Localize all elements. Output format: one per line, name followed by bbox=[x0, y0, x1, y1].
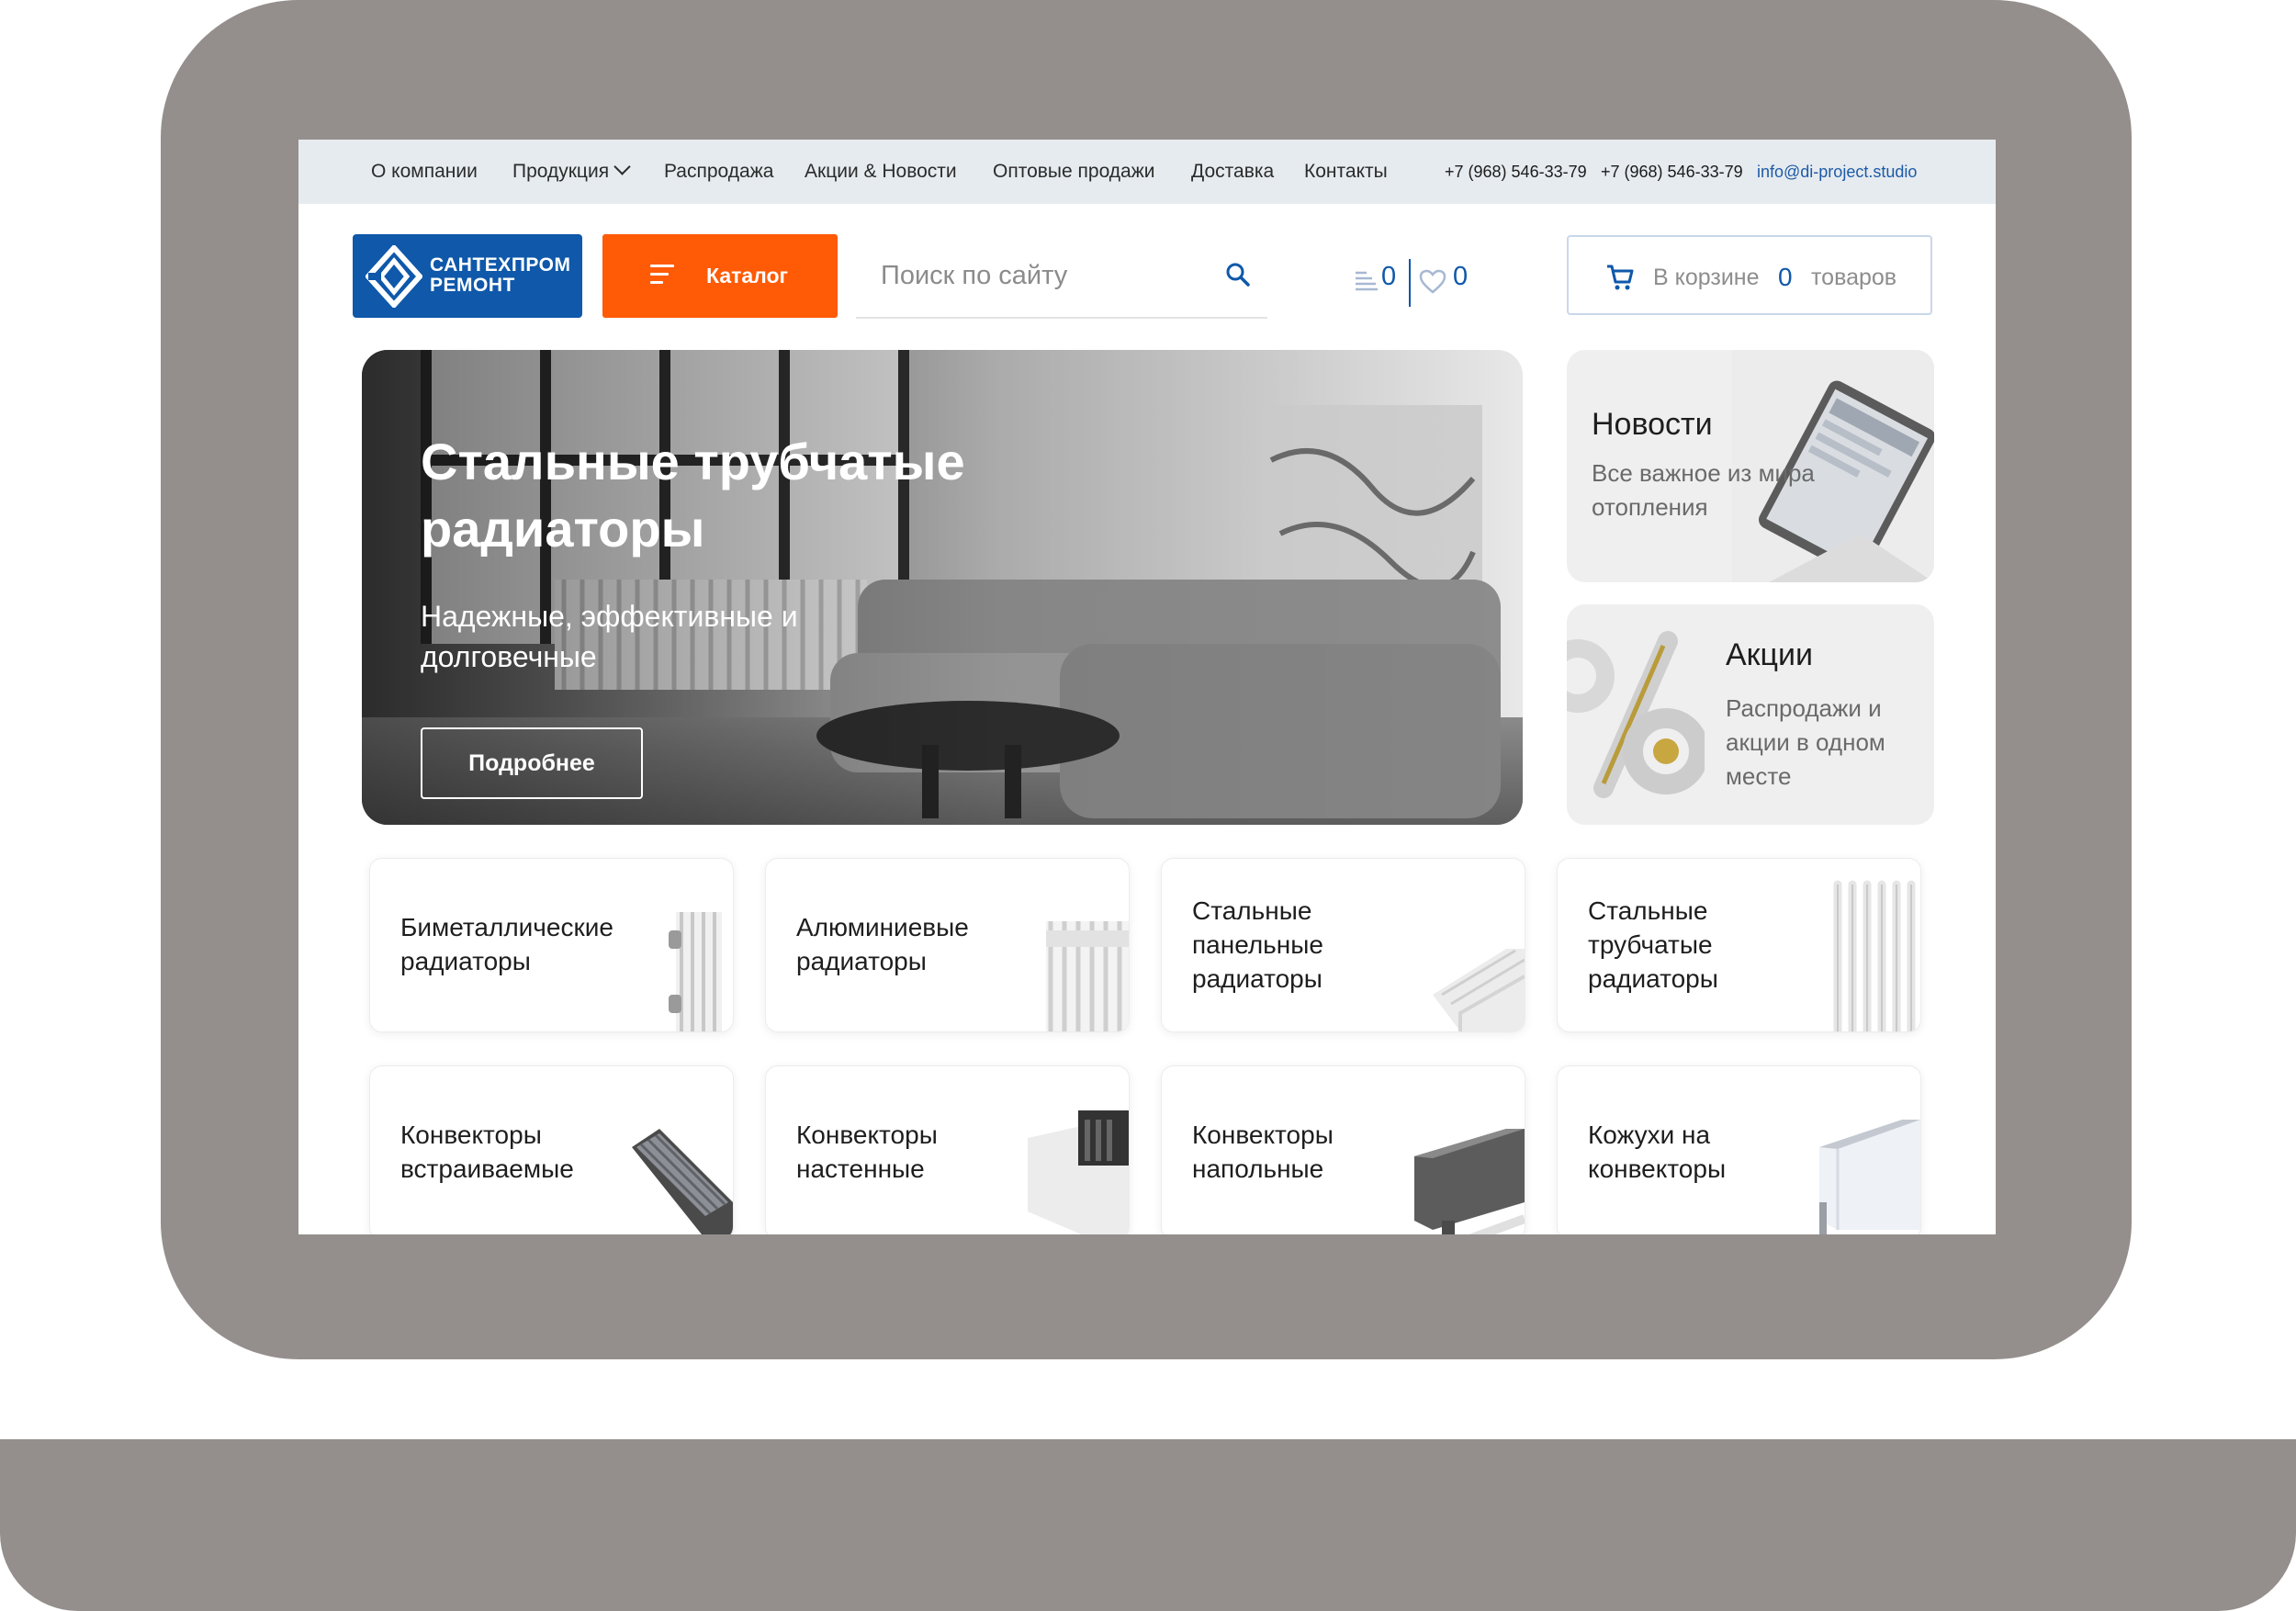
category-card-label: Стальные панельные радиаторы bbox=[1192, 896, 1323, 993]
nav-item-products[interactable]: Продукция bbox=[512, 158, 631, 183]
category-card-label: Конвекторы настенные bbox=[796, 1121, 938, 1183]
heart-icon[interactable] bbox=[1419, 269, 1446, 295]
category-card-label: Конвекторы встраиваемые bbox=[400, 1121, 574, 1183]
convector-cover-image bbox=[1819, 1120, 1920, 1234]
category-card-label: Стальные трубчатые радиаторы bbox=[1588, 896, 1718, 993]
aluminium-radiator-image bbox=[1046, 921, 1129, 1031]
wall-convector-image bbox=[1028, 1110, 1129, 1234]
favorites-count: 0 bbox=[1453, 262, 1469, 291]
cart-icon bbox=[1607, 265, 1634, 290]
nav-item-promo-news[interactable]: Акции & Новости bbox=[805, 161, 957, 183]
category-card-label: Биметаллические радиаторы bbox=[400, 913, 613, 975]
cart-button[interactable]: В корзине 0 товаров bbox=[1567, 235, 1932, 315]
chevron-down-icon bbox=[613, 158, 631, 175]
site-logo[interactable]: САНТЕХПРОМ РЕМОНТ bbox=[353, 234, 582, 318]
nav-item-sale[interactable]: Распродажа bbox=[664, 161, 773, 183]
promo-card[interactable]: Акции Распродажи и акции в одном месте bbox=[1567, 604, 1934, 825]
website-screen: О компании Продукция Распродажа Акции & … bbox=[298, 140, 1996, 1234]
hero-more-button[interactable]: Подробнее bbox=[421, 727, 643, 799]
cart-label-prefix: В корзине bbox=[1653, 265, 1760, 290]
search-icon[interactable] bbox=[1225, 262, 1251, 287]
search-box bbox=[856, 234, 1267, 319]
compare-list-icon[interactable] bbox=[1354, 269, 1379, 295]
category-card-panel[interactable]: Стальные панельные радиаторы bbox=[1161, 858, 1525, 1032]
category-card-aluminium[interactable]: Алюминиевые радиаторы bbox=[765, 858, 1130, 1032]
cart-label-suffix: товаров bbox=[1811, 265, 1897, 290]
news-card[interactable]: Новости Все важное из мира отопления bbox=[1567, 350, 1934, 582]
menu-lines-icon bbox=[650, 265, 674, 289]
nav-item-delivery[interactable]: Доставка bbox=[1191, 161, 1274, 183]
phone-number-2[interactable]: +7 (968) 546-33-79 bbox=[1601, 163, 1743, 182]
panel-radiator-image bbox=[1433, 949, 1525, 1031]
bimetal-radiator-image bbox=[669, 912, 722, 1031]
nav-item-wholesale[interactable]: Оптовые продажи bbox=[993, 161, 1155, 183]
standing-convector-image bbox=[1414, 1129, 1525, 1234]
floor-convector-image bbox=[632, 1129, 733, 1234]
nav-item-contacts[interactable]: Контакты bbox=[1304, 161, 1388, 183]
catalog-button[interactable]: Каталог bbox=[602, 234, 838, 318]
promo-card-description: Распродажи и акции в одном месте bbox=[1726, 694, 1885, 790]
logo-text-line-1: САНТЕХПРОМ bbox=[430, 254, 571, 276]
top-nav-bar: О компании Продукция Распродажа Акции & … bbox=[298, 140, 1996, 204]
hero-title: Стальные трубчатые радиаторы bbox=[421, 433, 965, 558]
email-link[interactable]: info@di-project.studio bbox=[1757, 163, 1917, 182]
hero-banner[interactable]: Стальные трубчатые радиаторы Надежные, э… bbox=[362, 350, 1523, 825]
news-card-title: Новости bbox=[1592, 407, 1713, 442]
news-card-description: Все важное из мира отопления bbox=[1592, 459, 1815, 521]
compare-count: 0 bbox=[1381, 262, 1397, 291]
category-card-standing-convector[interactable]: Конвекторы напольные bbox=[1161, 1065, 1525, 1234]
category-card-label: Кожухи на конвекторы bbox=[1588, 1121, 1727, 1183]
logo-diamond-icon bbox=[366, 245, 422, 308]
nav-item-about[interactable]: О компании bbox=[371, 161, 478, 183]
category-card-label: Алюминиевые радиаторы bbox=[796, 913, 969, 975]
hero-subtitle: Надежные, эффективные и долговечные bbox=[421, 600, 798, 673]
search-input[interactable] bbox=[879, 258, 1195, 293]
category-card-wall-convector[interactable]: Конвекторы настенные bbox=[765, 1065, 1130, 1234]
logo-text-line-2: РЕМОНТ bbox=[430, 275, 515, 296]
catalog-button-label: Каталог bbox=[706, 264, 789, 287]
counters-divider bbox=[1409, 259, 1411, 307]
promo-card-title: Акции bbox=[1726, 637, 1814, 672]
phone-number-1[interactable]: +7 (968) 546-33-79 bbox=[1445, 163, 1587, 182]
category-card-convector-cover[interactable]: Кожухи на конвекторы bbox=[1557, 1065, 1921, 1234]
nav-item-products-label: Продукция bbox=[512, 161, 610, 182]
percent-sign-image bbox=[1567, 604, 1705, 825]
category-card-floor-convector[interactable]: Конвекторы встраиваемые bbox=[369, 1065, 734, 1234]
category-card-tubular[interactable]: Стальные трубчатые радиаторы bbox=[1557, 858, 1921, 1032]
laptop-base bbox=[0, 1439, 2296, 1611]
tubular-radiator-image bbox=[1833, 880, 1916, 1031]
category-card-bimetal[interactable]: Биметаллические радиаторы bbox=[369, 858, 734, 1032]
category-card-label: Конвекторы напольные bbox=[1192, 1121, 1334, 1183]
cart-count: 0 bbox=[1778, 263, 1793, 291]
